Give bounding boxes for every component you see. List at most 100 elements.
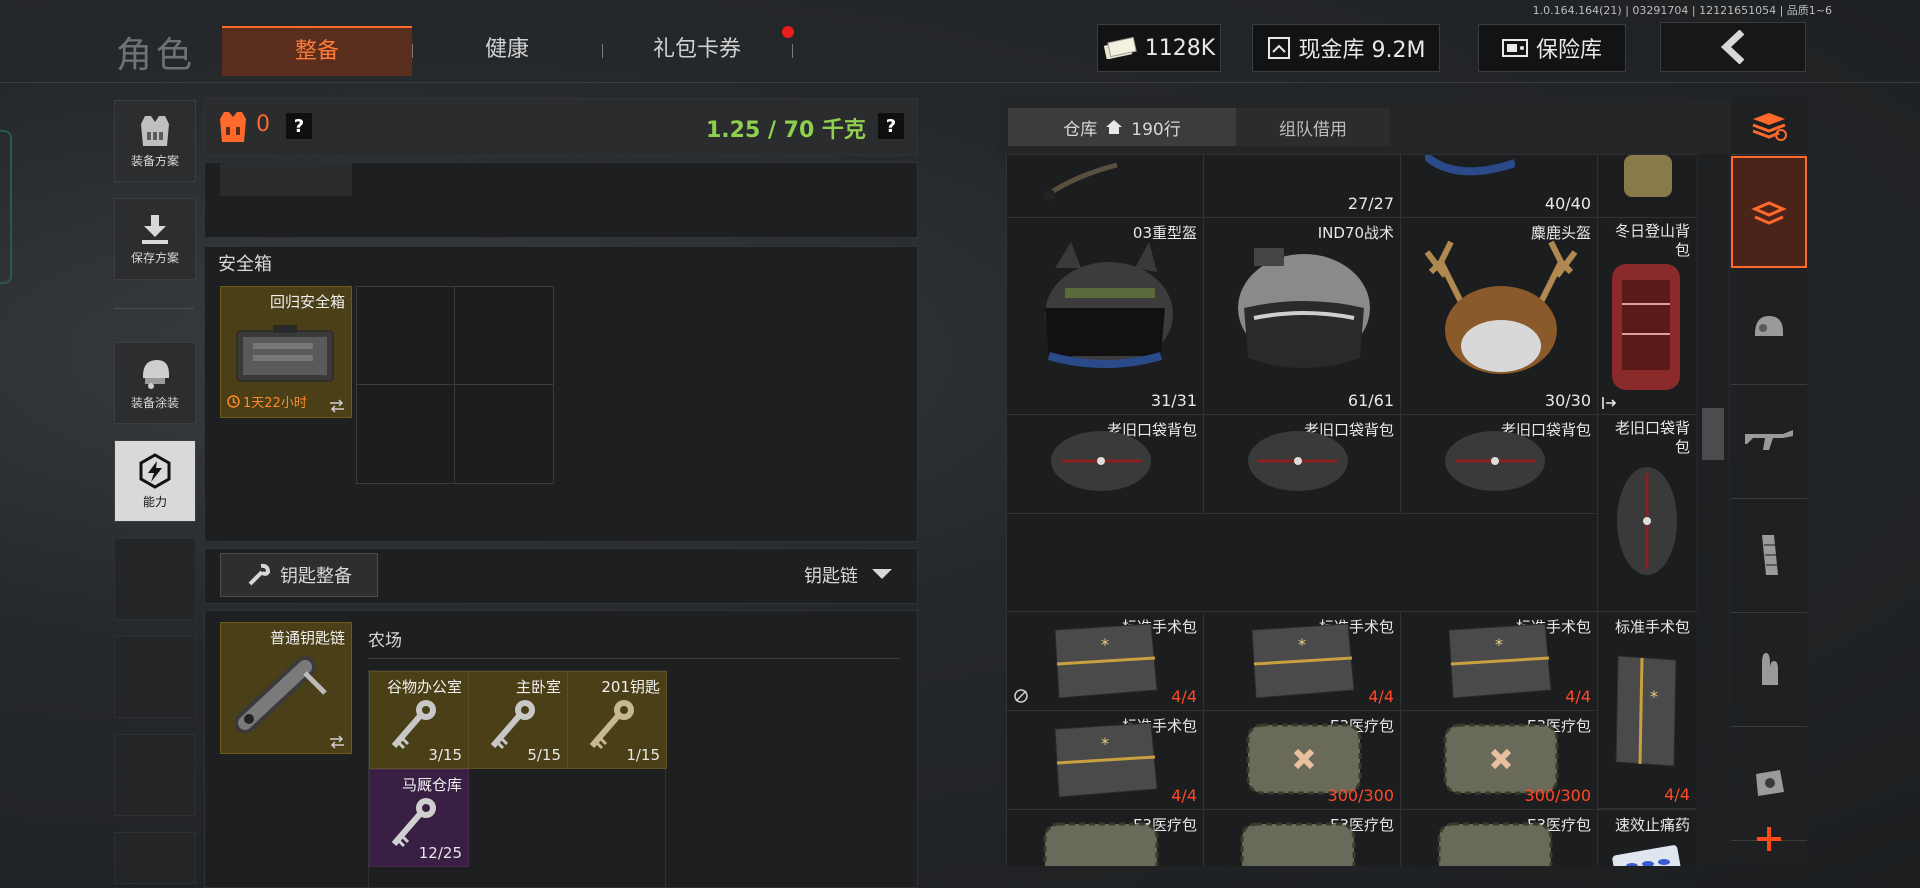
cell-name: 老旧口袋背包 [1614,419,1690,456]
tab-warehouse[interactable]: 仓库 190行 [1008,108,1236,146]
category-helmet[interactable] [1731,270,1807,385]
storage-cell[interactable] [1597,154,1696,218]
storage-cell[interactable]: E3医疗包 300/300 [1400,710,1598,810]
storage-cell[interactable]: IND70战术 61/61 [1203,217,1401,415]
storage-cell[interactable]: 老旧口袋背包 [1400,414,1598,514]
key-item[interactable]: 谷物办公室 3/15 [369,671,469,769]
download-icon [140,213,170,245]
currency-display[interactable]: 1128K [1097,24,1221,72]
storage-scrollbar[interactable] [1698,154,1728,866]
side-handle[interactable] [0,130,12,284]
surgery-kit-icon: * [1051,620,1161,702]
cell-count: 31/31 [1150,391,1197,410]
ability-button[interactable]: 能力 [114,440,196,522]
storage-cell[interactable]: 标准手术包 * 4/4 [1006,710,1204,810]
category-all[interactable] [1731,156,1807,268]
cell-count: 300/300 [1524,786,1591,805]
swap-icon[interactable] [329,735,345,749]
key-item[interactable]: 201钥匙 1/15 [567,671,667,769]
rifle-icon [1743,426,1795,456]
cell-count: 4/4 [1171,687,1197,706]
storage-cell[interactable]: 标准手术包 * 4/4 [1006,611,1204,711]
scrollbar-thumb[interactable] [1702,408,1724,460]
helmet-icon [137,356,173,390]
tab-team-borrow[interactable]: 组队借用 [1236,108,1390,146]
svg-text:*: * [1101,635,1109,654]
category-ammo[interactable] [1731,612,1807,727]
cell-count: 4/4 [1368,687,1394,706]
add-category-button[interactable] [1731,812,1807,866]
loadout-preset-button[interactable]: 装备方案 [114,100,196,182]
storage-cell[interactable]: 27/27 [1203,154,1401,218]
storage-cell[interactable]: E3医疗包 300/300 [1203,710,1401,810]
safebox-grid[interactable] [356,286,554,484]
back-button[interactable] [1660,22,1806,72]
key-item-name: 马厩仓库 [401,776,462,794]
keychain-dropdown[interactable]: 钥匙链 [804,562,892,588]
storage-cell[interactable]: 标准手术包 * 4/4 [1597,611,1696,809]
storage-cell[interactable]: E3医疗包 [1006,809,1204,866]
cash-vault-button[interactable]: 现金库 9.2M [1252,24,1440,72]
storage-cell[interactable]: 老旧口袋背包 [1203,414,1401,514]
key-item-count: 1/15 [626,746,660,764]
grid-line [357,384,553,385]
equipment-slot[interactable] [220,162,352,196]
cash-vault-label: 现金库 9.2M [1298,38,1426,63]
storage-cell[interactable]: 标准手术包 * 4/4 [1400,611,1598,711]
storage-cell[interactable]: 老旧口袋背包 [1597,414,1696,612]
storage-cell[interactable]: E3医疗包 [1203,809,1401,866]
safebox-item[interactable]: 回归安全箱 1天22小时 [220,286,352,418]
skin-button[interactable]: 装备涂装 [114,342,196,424]
no-entry-icon [1013,688,1029,704]
save-preset-button[interactable]: 保存方案 [114,198,196,280]
storage-cell[interactable]: 老旧口袋背包 [1006,414,1204,514]
tab-equipment[interactable]: 整备 [222,26,412,76]
empty-slot [114,832,196,884]
scope-icon [1750,766,1788,800]
tab-health[interactable]: 健康 [412,26,602,74]
cell-count: 40/40 [1544,194,1591,213]
sidebar-divider [114,308,194,309]
tab-divider [792,44,793,58]
exit-icon [1602,396,1616,410]
cell-count: 27/27 [1347,194,1394,213]
medkit-icon [1041,820,1161,866]
sidebar-label: 能力 [142,494,167,509]
key-item-count: 12/25 [418,844,462,862]
key-icon [388,698,438,752]
armor-help-button[interactable]: ? [286,113,312,139]
svg-text:*: * [1650,687,1658,706]
swap-icon[interactable] [329,399,345,413]
empty-slot [114,636,196,718]
storage-cell[interactable]: 03重型盔 31/31 [1006,217,1204,415]
safebox-timer-text: 1天22小时 [243,396,307,411]
cell-count: 30/30 [1544,391,1591,410]
headset-icon [1037,155,1137,215]
key-loadout-button[interactable]: 钥匙整备 [220,553,378,597]
sort-button[interactable] [1731,98,1807,155]
cell-name: 冬日登山背包 [1614,222,1690,259]
currency-amount: 1128K [1144,35,1216,61]
weight-help-button[interactable]: ? [878,113,904,139]
safe-button[interactable]: 保险库 [1478,24,1626,72]
tab-gift-coupons[interactable]: 礼包卡券 [602,26,792,74]
category-magazine[interactable] [1731,498,1807,613]
storage-cell[interactable]: 速效止痛药 [1597,809,1696,866]
storage-empty-area[interactable] [1006,513,1598,612]
storage-cell[interactable]: E3医疗包 [1400,809,1598,866]
storage-cell[interactable]: 标准手术包 * 4/4 [1203,611,1401,711]
keychain-item[interactable]: 普通钥匙链 [220,622,352,754]
safebox-title: 安全箱 [218,254,272,275]
storage-cell[interactable]: 40/40 [1400,154,1598,218]
svg-text:*: * [1101,734,1109,753]
storage-cell[interactable]: 麋鹿头盔 30/30 [1400,217,1598,415]
storage-cell[interactable] [1006,154,1204,218]
key-item[interactable]: 马厩仓库 12/25 [369,769,469,867]
storage-grid[interactable]: 27/27 40/40 03重型盔 31/31 IND70战术 61/61 麋鹿… [1006,154,1696,866]
category-weapon[interactable] [1731,384,1807,499]
key-item-count: 5/15 [527,746,561,764]
svg-text:*: * [1495,635,1503,654]
key-item-count: 3/15 [428,746,462,764]
storage-cell[interactable]: 冬日登山背包 [1597,217,1696,415]
key-item[interactable]: 主卧室 5/15 [468,671,568,769]
